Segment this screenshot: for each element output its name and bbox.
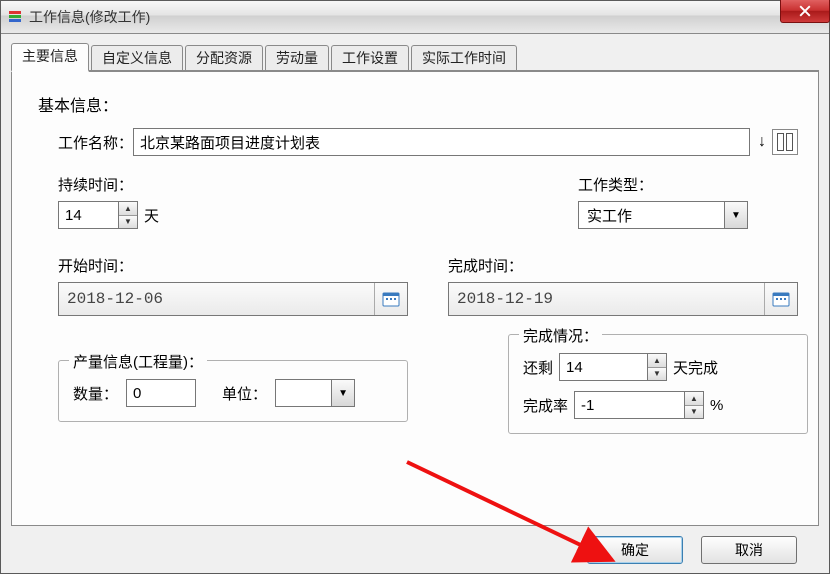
duration-input[interactable] [58, 201, 118, 229]
name-browse-button[interactable] [772, 129, 798, 155]
unit-label: 单位： [222, 383, 267, 404]
cancel-button[interactable]: 取消 [701, 536, 797, 564]
duration-label: 持续时间： [58, 174, 159, 195]
duration-spin-buttons[interactable]: ▲▼ [118, 201, 138, 229]
completion-group: 完成情况： 还剩 ▲▼ 天完成 完成率 ▲▼ [508, 334, 808, 434]
app-icon [7, 9, 23, 25]
work-type-value: 实工作 [578, 201, 724, 229]
work-type-label: 工作类型： [578, 174, 798, 195]
tab-actual-time[interactable]: 实际工作时间 [411, 45, 517, 70]
completion-rate-spin-buttons[interactable]: ▲▼ [684, 391, 704, 419]
output-group-legend: 产量信息(工程量)： [69, 351, 207, 372]
tab-assign-resource[interactable]: 分配资源 [185, 45, 263, 70]
start-date-picker[interactable] [58, 282, 408, 316]
window-title: 工作信息(修改工作) [29, 7, 150, 27]
tab-strip: 主要信息 自定义信息 分配资源 劳动量 工作设置 实际工作时间 [11, 44, 819, 72]
remaining-input[interactable] [559, 353, 647, 381]
remaining-spin-buttons[interactable]: ▲▼ [647, 353, 667, 381]
start-date-input[interactable] [59, 283, 374, 315]
client-area: 主要信息 自定义信息 分配资源 劳动量 工作设置 实际工作时间 基本信息： 工作… [1, 34, 829, 574]
duration-spinner[interactable]: ▲▼ [58, 201, 138, 229]
close-button[interactable] [780, 0, 830, 23]
completion-rate-unit: % [710, 397, 723, 414]
work-type-dropdown-icon[interactable]: ▼ [724, 201, 748, 229]
completion-rate-input[interactable] [574, 391, 684, 419]
tab-page-main: 基本信息： 工作名称： ↓ 持续时间： ▲▼ [11, 72, 819, 526]
titlebar: 工作信息(修改工作) [1, 1, 829, 34]
finish-date-input[interactable] [449, 283, 764, 315]
unit-value [275, 379, 331, 407]
dialog-footer: 确定 取消 [11, 526, 819, 574]
finish-time-label: 完成时间： [448, 255, 798, 276]
completion-group-legend: 完成情况： [519, 325, 602, 346]
output-group: 产量信息(工程量)： 数量： 单位： ▼ [58, 360, 408, 422]
remaining-label: 还剩 [523, 357, 553, 378]
unit-combo[interactable]: ▼ [275, 379, 355, 407]
dialog-window: 工作信息(修改工作) 主要信息 自定义信息 分配资源 劳动量 工作设置 实际工作… [0, 0, 830, 574]
remaining-unit: 天完成 [673, 357, 718, 378]
quantity-label: 数量： [73, 383, 118, 404]
tab-custom-info[interactable]: 自定义信息 [91, 45, 183, 70]
tab-work-settings[interactable]: 工作设置 [331, 45, 409, 70]
start-calendar-icon[interactable] [374, 283, 407, 315]
tab-labor[interactable]: 劳动量 [265, 45, 329, 70]
completion-rate-spinner[interactable]: ▲▼ [574, 391, 704, 419]
unit-dropdown-icon[interactable]: ▼ [331, 379, 355, 407]
finish-date-picker[interactable] [448, 282, 798, 316]
basic-info-heading: 基本信息： [38, 92, 798, 116]
work-name-input[interactable] [133, 128, 750, 156]
quantity-input[interactable] [126, 379, 196, 407]
completion-rate-label: 完成率 [523, 395, 568, 416]
tab-main-info[interactable]: 主要信息 [11, 43, 89, 72]
work-name-label: 工作名称： [58, 132, 133, 153]
start-time-label: 开始时间： [58, 255, 408, 276]
name-dropdown-icon[interactable]: ↓ [756, 134, 768, 150]
ok-button[interactable]: 确定 [587, 536, 683, 564]
finish-calendar-icon[interactable] [764, 283, 797, 315]
work-type-combo[interactable]: 实工作 ▼ [578, 201, 748, 229]
remaining-spinner[interactable]: ▲▼ [559, 353, 667, 381]
duration-unit: 天 [144, 205, 159, 226]
